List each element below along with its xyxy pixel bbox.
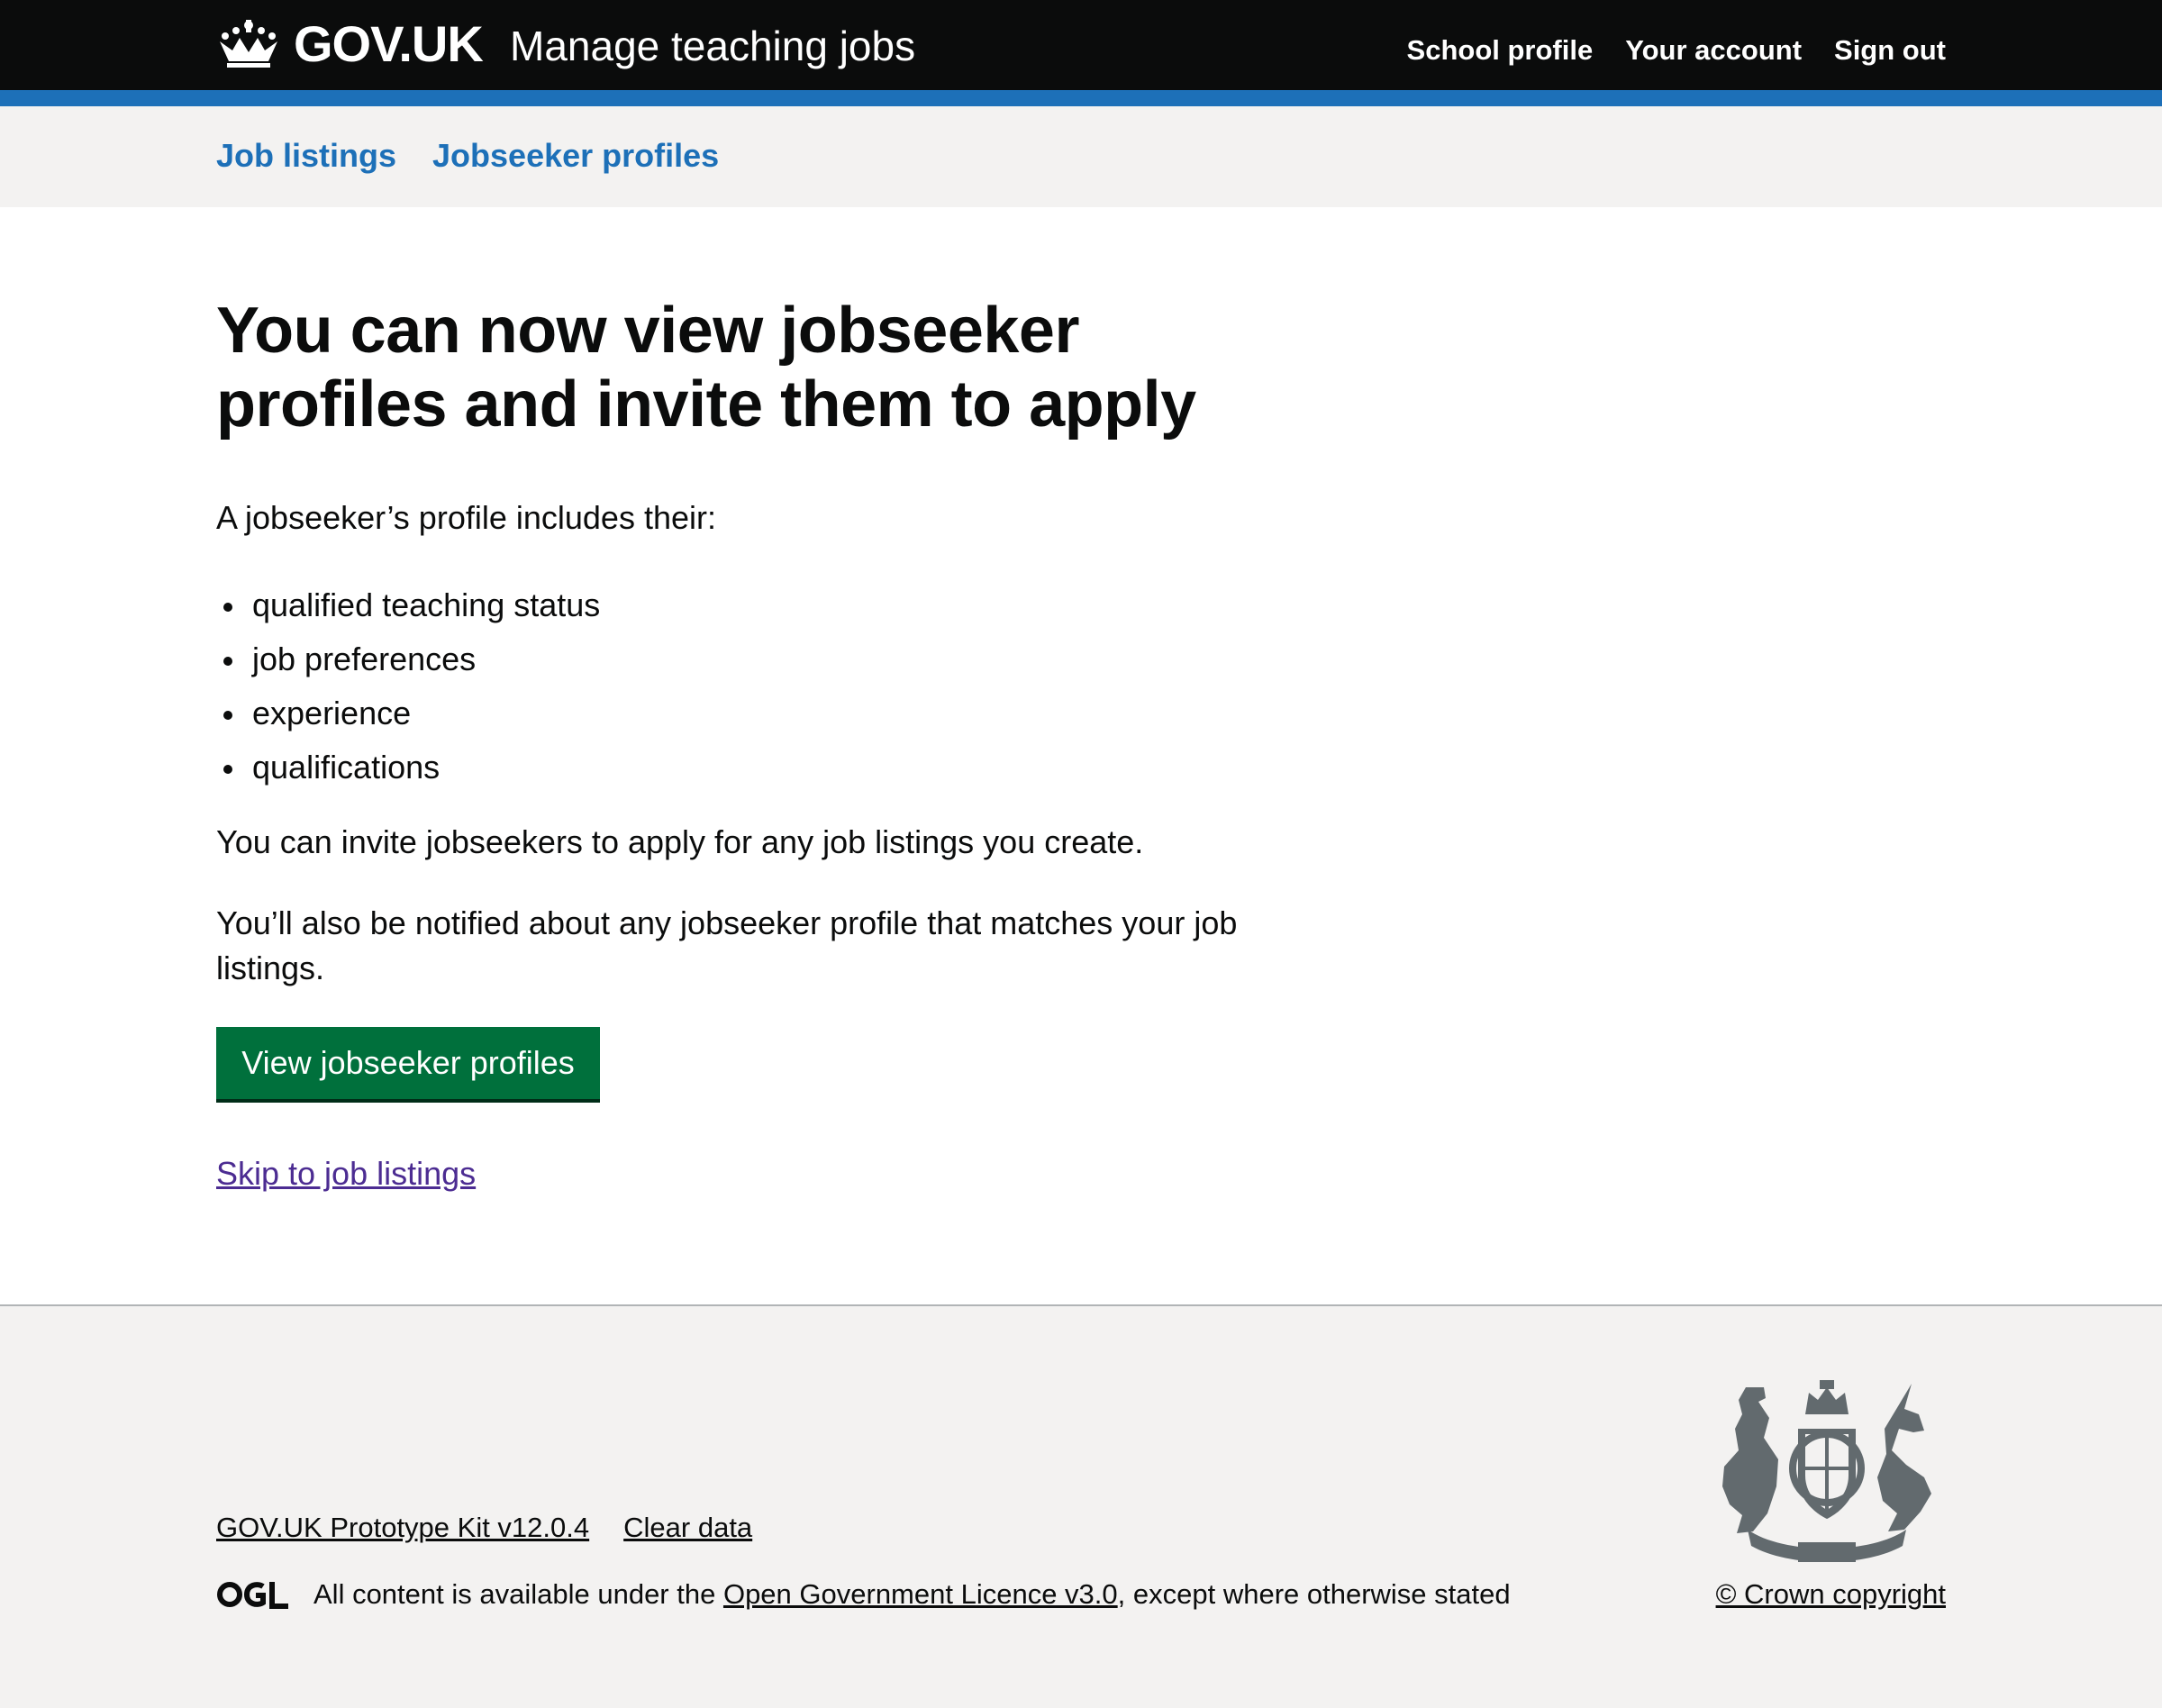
intro-text: A jobseeker’s profile includes their: — [216, 499, 716, 536]
prototype-kit-link[interactable]: GOV.UK Prototype Kit v12.0.4 — [216, 1512, 589, 1544]
ogl-logo-icon — [217, 1582, 288, 1609]
list-item: job preferences — [223, 632, 600, 686]
licence-row: All content is available under the Open … — [216, 1578, 1511, 1611]
footer: GOV.UK Prototype Kit v12.0.4 Clear data … — [0, 1304, 2162, 1708]
open-government-licence-link[interactable]: Open Government Licence v3.0 — [723, 1578, 1118, 1610]
view-jobseeker-profiles-button[interactable]: View jobseeker profiles — [216, 1027, 600, 1099]
subnav-jobseeker-profiles[interactable]: Jobseeker profiles — [432, 137, 719, 175]
logo-text: GOV.UK — [294, 14, 484, 72]
page-title: You can now view jobseeker profiles and … — [216, 295, 1196, 441]
service-navigation: Job listings Jobseeker profiles — [0, 106, 2162, 207]
profile-items-list: qualified teaching status job preference… — [223, 578, 600, 795]
notify-text: You’ll also be notified about any jobsee… — [216, 904, 1238, 986]
header-navigation: School profile Your account Sign out — [1407, 34, 1946, 67]
global-header: GOV.UK Manage teaching jobs School profi… — [0, 0, 2162, 90]
licence-text: All content is available under the Open … — [313, 1578, 1511, 1611]
nav-school-profile[interactable]: School profile — [1407, 34, 1594, 67]
nav-sign-out[interactable]: Sign out — [1834, 34, 1946, 67]
govuk-logo-link[interactable]: GOV.UK — [216, 14, 484, 72]
subnav-job-listings[interactable]: Job listings — [216, 137, 396, 175]
service-name[interactable]: Manage teaching jobs — [510, 22, 915, 70]
list-item: qualifications — [223, 740, 600, 795]
nav-your-account[interactable]: Your account — [1625, 34, 1802, 67]
crown-icon — [220, 20, 277, 68]
list-item: experience — [223, 686, 600, 740]
skip-to-job-listings-link[interactable]: Skip to job listings — [216, 1155, 476, 1193]
licence-suffix: , except where otherwise stated — [1117, 1578, 1511, 1610]
licence-prefix: All content is available under the — [313, 1578, 723, 1610]
royal-coat-of-arms-icon — [1722, 1380, 1931, 1562]
crown-copyright-link[interactable]: © Crown copyright — [1716, 1578, 1946, 1611]
list-item: qualified teaching status — [223, 578, 600, 632]
footer-links: GOV.UK Prototype Kit v12.0.4 Clear data — [216, 1512, 752, 1544]
clear-data-link[interactable]: Clear data — [623, 1512, 752, 1544]
main-content: You can now view jobseeker profiles and … — [216, 294, 1297, 1192]
header-blue-bar — [0, 90, 2162, 106]
invite-text: You can invite jobseekers to apply for a… — [216, 823, 1144, 860]
